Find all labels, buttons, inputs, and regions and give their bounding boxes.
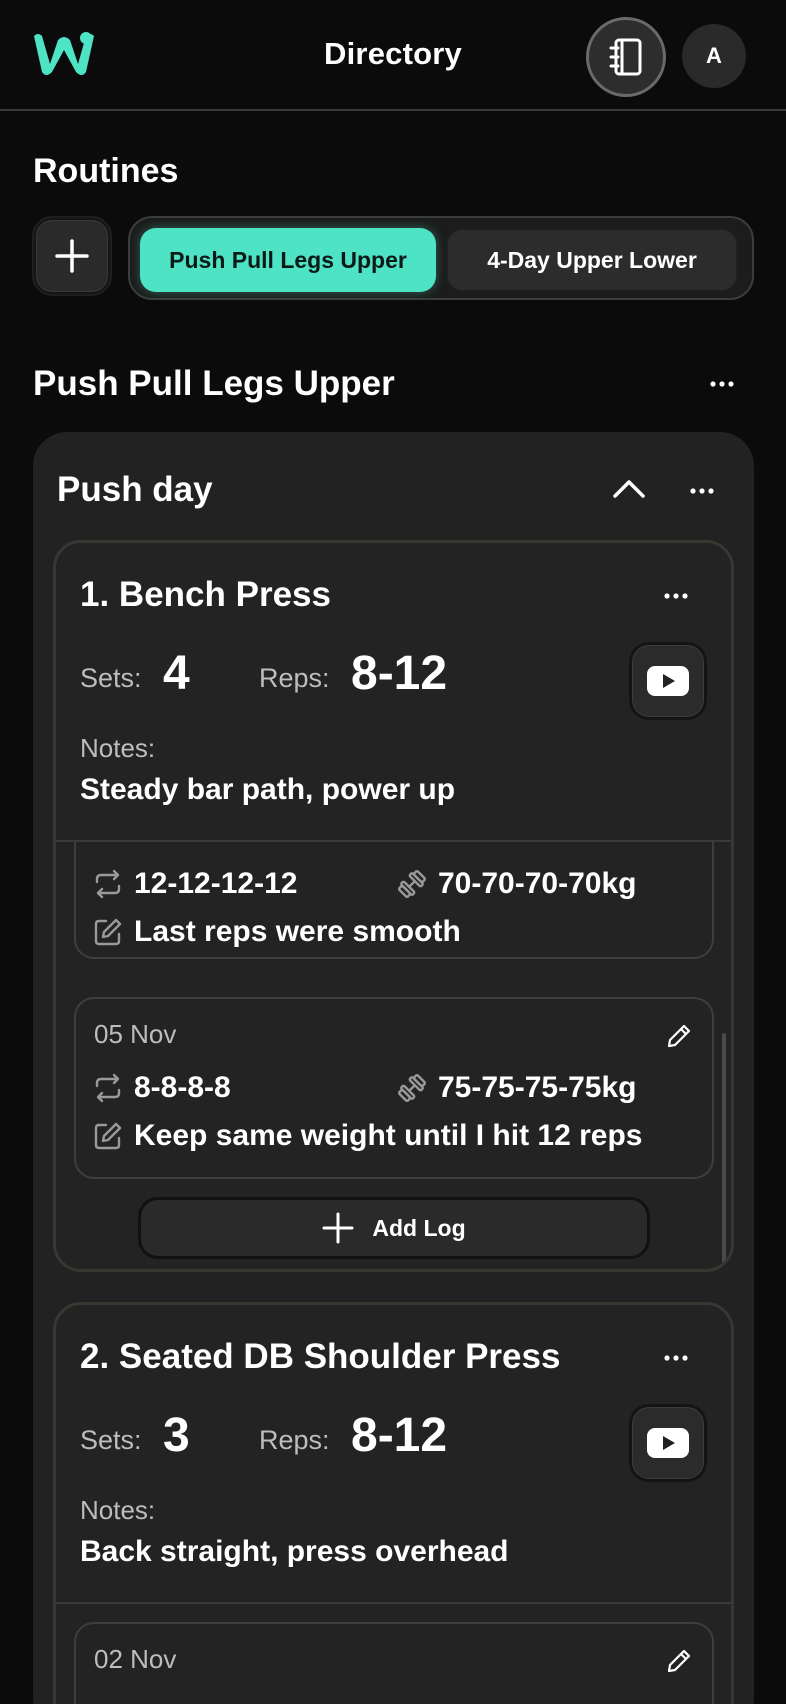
reps-value: 8-12 bbox=[351, 647, 448, 700]
log-card: 02 Nov bbox=[74, 1622, 714, 1704]
notebook-icon bbox=[609, 38, 642, 76]
notes-text: Back straight, press overhead bbox=[80, 1535, 509, 1568]
sets-label: Sets: bbox=[80, 663, 142, 693]
reps-value: 8-12 bbox=[351, 1409, 448, 1462]
user-avatar[interactable]: A bbox=[682, 24, 746, 88]
exercise-more-icon[interactable] bbox=[656, 1348, 696, 1368]
log-card: 05 Nov 8-8-8-8 75-75-75-75kg Keep same w… bbox=[74, 997, 714, 1179]
plus-icon bbox=[322, 1212, 354, 1244]
exercise-title: 1. Bench Press bbox=[80, 575, 331, 614]
repeat-icon bbox=[95, 869, 121, 899]
day-card: Push day 1. Bench Press Sets: 4 Reps: 8-… bbox=[33, 432, 754, 1704]
reps-label: Reps: bbox=[259, 1425, 330, 1455]
notes-text: Steady bar path, power up bbox=[80, 773, 456, 806]
divider bbox=[56, 1602, 731, 1604]
video-button[interactable] bbox=[629, 642, 707, 720]
exercise-header: 1. Bench Press Sets: 4 Reps: 8-12 Notes:… bbox=[56, 543, 731, 840]
notebook-button[interactable] bbox=[586, 17, 666, 97]
add-log-label: Add Log bbox=[372, 1214, 466, 1241]
exercise-card: 1. Bench Press Sets: 4 Reps: 8-12 Notes:… bbox=[53, 540, 734, 1272]
divider bbox=[56, 840, 731, 842]
exercise-title: 2. Seated DB Shoulder Press bbox=[80, 1337, 561, 1376]
log-weight: 70-70-70-70kg bbox=[396, 867, 636, 901]
routines-heading: Routines bbox=[33, 152, 179, 190]
routine-tab-push-pull-legs-upper[interactable]: Push Pull Legs Upper bbox=[140, 228, 436, 292]
log-note: Keep same weight until I hit 12 reps bbox=[92, 1119, 642, 1153]
day-more-icon[interactable] bbox=[682, 481, 722, 501]
exercise-card: 2. Seated DB Shoulder Press Sets: 3 Reps… bbox=[53, 1302, 734, 1704]
add-routine-button[interactable] bbox=[34, 218, 110, 294]
sets-value: 4 bbox=[163, 647, 190, 700]
plus-icon bbox=[55, 239, 89, 273]
logs-scrollbar[interactable] bbox=[722, 1033, 726, 1263]
video-button[interactable] bbox=[629, 1404, 707, 1482]
add-log-button[interactable]: Add Log bbox=[138, 1197, 650, 1259]
notes-label: Notes: bbox=[80, 1495, 156, 1525]
youtube-icon bbox=[647, 1428, 689, 1458]
exercise-more-icon[interactable] bbox=[656, 586, 696, 606]
sets-value: 3 bbox=[163, 1409, 190, 1462]
log-date: 02 Nov bbox=[94, 1644, 177, 1674]
day-title: Push day bbox=[57, 470, 213, 509]
edit-note-icon bbox=[94, 918, 122, 946]
routine-tab-4-day-upper-lower[interactable]: 4-Day Upper Lower bbox=[446, 228, 738, 292]
log-note: Last reps were smooth bbox=[92, 915, 461, 949]
dumbbell-icon bbox=[397, 869, 427, 899]
log-reps: 12-12-12-12 bbox=[92, 867, 297, 901]
reps-label: Reps: bbox=[259, 663, 330, 693]
repeat-icon bbox=[95, 1073, 121, 1103]
pencil-icon[interactable] bbox=[666, 1023, 692, 1049]
routine-more-icon[interactable] bbox=[702, 374, 742, 394]
edit-note-icon bbox=[94, 1122, 122, 1150]
notes-label: Notes: bbox=[80, 733, 156, 763]
app-header: Directory A bbox=[0, 0, 786, 111]
selected-routine-title: Push Pull Legs Upper bbox=[33, 364, 395, 403]
youtube-icon bbox=[647, 666, 689, 696]
sets-label: Sets: bbox=[80, 1425, 142, 1455]
log-date: 05 Nov bbox=[94, 1019, 177, 1049]
log-weight: 75-75-75-75kg bbox=[396, 1071, 636, 1105]
pencil-icon[interactable] bbox=[666, 1648, 692, 1674]
page-title: Directory bbox=[324, 36, 462, 71]
chevron-up-icon[interactable] bbox=[611, 476, 647, 500]
routine-tabs: Push Pull Legs Upper 4-Day Upper Lower bbox=[128, 216, 754, 300]
dumbbell-icon bbox=[397, 1073, 427, 1103]
log-reps: 8-8-8-8 bbox=[92, 1071, 231, 1105]
